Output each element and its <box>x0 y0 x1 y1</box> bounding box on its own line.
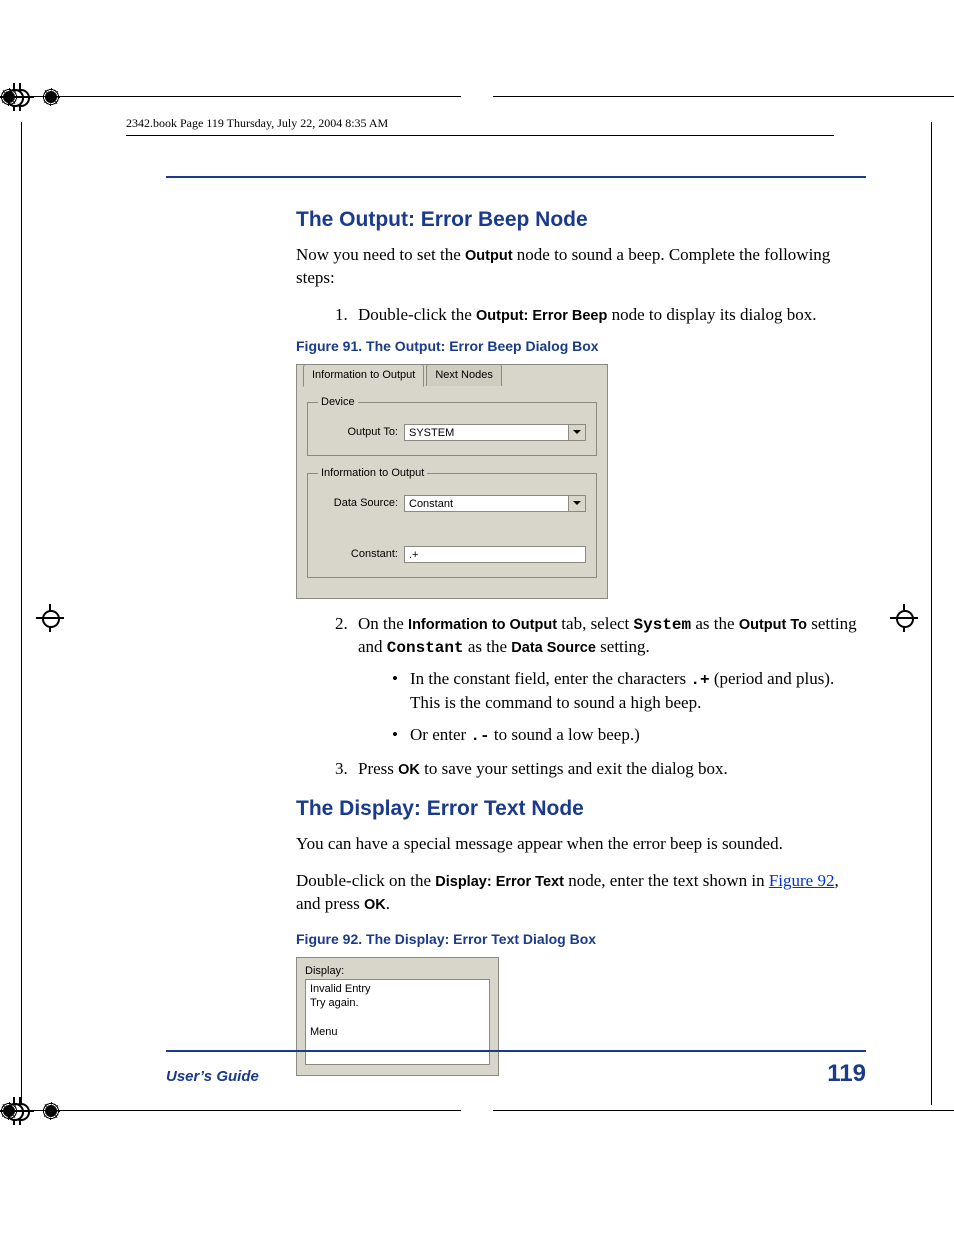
crop-line-right <box>931 122 932 1105</box>
mono-term: .- <box>470 727 489 745</box>
sub-step-low-beep: Or enter .- to sound a low beep.) <box>388 724 866 748</box>
text: Double-click the <box>358 305 476 324</box>
text: On the <box>358 614 408 633</box>
bold-term: OK <box>398 762 420 778</box>
intro-paragraph: Now you need to set the Output node to s… <box>296 244 866 290</box>
output-to-value: SYSTEM <box>409 427 454 439</box>
crop-marks-top <box>0 96 954 97</box>
text: In the constant field, enter the charact… <box>410 669 690 688</box>
bold-term: Output <box>465 248 513 264</box>
dialog-tabs: Information to Output Next Nodes <box>303 364 504 386</box>
page: 2342.book Page 119 Thursday, July 22, 20… <box>0 0 954 1235</box>
mono-term: System <box>634 616 692 634</box>
steps-list-2: On the Information to Output tab, select… <box>326 613 866 781</box>
section2-instruction: Double-click on the Display: Error Text … <box>296 870 866 916</box>
device-group: Device Output To: SYSTEM <box>307 395 597 456</box>
registration-icon <box>36 604 64 632</box>
heading-display-error-text: The Display: Error Text Node <box>296 795 866 823</box>
crop-marks-bottom <box>0 1110 954 1111</box>
text: tab, select <box>557 614 633 633</box>
text: Double-click on the <box>296 871 435 890</box>
footer-label: User’s Guide <box>166 1068 259 1085</box>
text: to save your settings and exit the dialo… <box>420 759 728 778</box>
figure-91-caption: Figure 91. The Output: Error Beep Dialog… <box>296 337 866 356</box>
chevron-down-icon[interactable] <box>568 496 585 512</box>
info-legend: Information to Output <box>318 466 427 481</box>
text: Now you need to set the <box>296 245 465 264</box>
page-footer: User’s Guide 119 <box>166 1050 866 1088</box>
text: as the <box>464 637 512 656</box>
device-legend: Device <box>318 395 358 410</box>
figure-92-caption: Figure 92. The Display: Error Text Dialo… <box>296 930 866 949</box>
step-2-sublist: In the constant field, enter the charact… <box>388 668 866 748</box>
chevron-down-icon[interactable] <box>568 425 585 441</box>
text: node, enter the text shown in <box>564 871 769 890</box>
constant-value: .+ <box>409 549 418 561</box>
text: Or enter <box>410 725 470 744</box>
bold-term: Data Source <box>511 640 596 656</box>
text: node to display its dialog box. <box>607 305 816 324</box>
header-meta: 2342.book Page 119 Thursday, July 22, 20… <box>126 116 834 136</box>
data-source-label: Data Source: <box>328 496 398 511</box>
bold-term: OK <box>364 897 386 913</box>
output-error-beep-dialog: Information to Output Next Nodes Device … <box>296 364 608 599</box>
data-source-value: Constant <box>409 498 453 510</box>
text: Press <box>358 759 398 778</box>
bold-term: Output: Error Beep <box>476 308 607 324</box>
registration-icon <box>890 604 918 632</box>
constant-label: Constant: <box>328 547 398 562</box>
crop-line-left <box>21 122 22 1105</box>
mono-term: .+ <box>690 671 709 689</box>
steps-list-1: Double-click the Output: Error Beep node… <box>326 304 866 327</box>
step-3: Press OK to save your settings and exit … <box>352 758 866 781</box>
text: setting. <box>596 637 650 656</box>
data-source-dropdown[interactable]: Constant <box>404 495 586 512</box>
page-number: 119 <box>827 1060 866 1088</box>
constant-field[interactable]: .+ <box>404 546 586 563</box>
step-2: On the Information to Output tab, select… <box>352 613 866 748</box>
bold-term: Display: Error Text <box>435 874 564 890</box>
text: to sound a low beep.) <box>490 725 640 744</box>
text: . <box>386 894 390 913</box>
mono-term: Constant <box>387 639 464 657</box>
bold-term: Information to Output <box>408 617 557 633</box>
text: as the <box>691 614 739 633</box>
sub-step-high-beep: In the constant field, enter the charact… <box>388 668 866 715</box>
output-to-label: Output To: <box>328 425 398 440</box>
figure-92-link[interactable]: Figure 92 <box>769 871 835 890</box>
section2-intro: You can have a special message appear wh… <box>296 833 866 856</box>
display-label: Display: <box>305 964 490 979</box>
tab-next-nodes[interactable]: Next Nodes <box>426 364 501 386</box>
output-to-dropdown[interactable]: SYSTEM <box>404 424 586 441</box>
content-area: The Output: Error Beep Node Now you need… <box>166 176 866 1090</box>
heading-output-error-beep: The Output: Error Beep Node <box>296 206 866 234</box>
tab-information-to-output[interactable]: Information to Output <box>303 364 424 387</box>
step-1: Double-click the Output: Error Beep node… <box>352 304 866 327</box>
information-to-output-group: Information to Output Data Source: Const… <box>307 466 597 578</box>
bold-term: Output To <box>739 617 807 633</box>
